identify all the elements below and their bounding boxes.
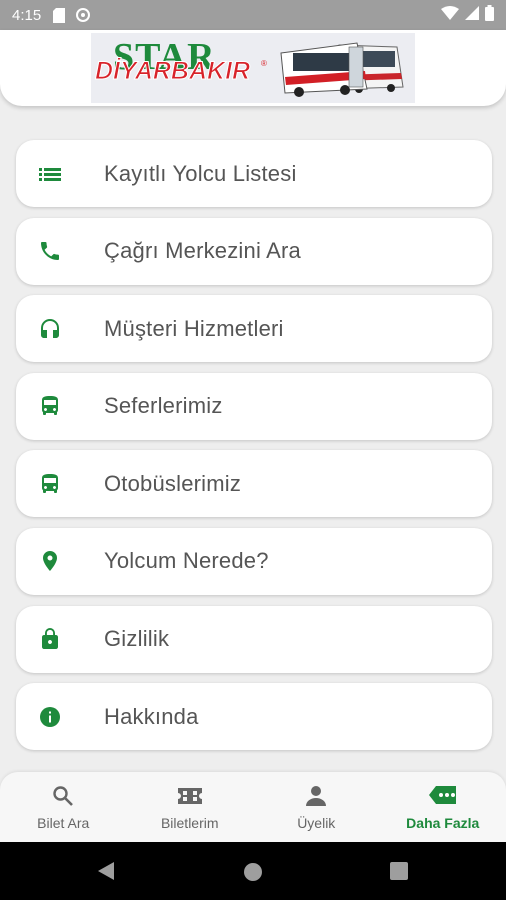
menu-item-where-is-passenger[interactable]: Yolcum Nerede? <box>16 527 492 595</box>
menu-item-saved-passengers[interactable]: Kayıtlı Yolcu Listesi <box>16 140 492 207</box>
status-time: 4:15 <box>12 6 42 24</box>
bottom-navigation: Bilet Ara Biletlerim Üyelik Daha Fazla <box>0 772 506 842</box>
nav-tab-label: Üyelik <box>297 815 336 831</box>
more-chat-icon <box>428 783 458 809</box>
recents-icon[interactable] <box>390 862 408 880</box>
status-bar: 4:15 <box>0 0 506 30</box>
nav-tab-label: Daha Fazla <box>406 815 480 831</box>
nav-tab-label: Bilet Ara <box>37 815 90 831</box>
wifi-icon <box>441 6 459 24</box>
person-icon <box>304 783 328 809</box>
bus-icon <box>37 471 63 497</box>
nav-tab-my-tickets[interactable]: Biletlerim <box>127 772 254 842</box>
menu-item-label: Çağrı Merkezini Ara <box>104 238 301 264</box>
menu-item-buses[interactable]: Otobüslerimiz <box>16 450 492 518</box>
battery-icon <box>485 5 494 25</box>
ticket-icon <box>177 783 203 809</box>
search-icon <box>51 783 75 809</box>
logo-city-text: DİYARBAKIR <box>94 57 251 86</box>
sd-card-icon <box>53 7 66 23</box>
system-navigation-bar <box>0 842 506 900</box>
home-icon[interactable] <box>243 862 263 882</box>
menu-item-label: Seferlerimiz <box>104 393 223 419</box>
back-icon[interactable] <box>97 861 115 881</box>
menu-item-label: Otobüslerimiz <box>104 470 242 496</box>
menu-item-customer-service[interactable]: Müşteri Hizmetleri <box>16 295 492 363</box>
menu-item-privacy[interactable]: Gizlilik <box>16 605 492 673</box>
lock-icon <box>37 626 63 652</box>
nav-tab-label: Biletlerim <box>160 815 219 831</box>
menu-item-label: Müşteri Hizmetleri <box>104 315 284 341</box>
location-pin-icon <box>37 548 63 574</box>
nav-tab-search-ticket[interactable]: Bilet Ara <box>0 772 127 842</box>
bus-illustration <box>280 42 404 97</box>
phone-icon <box>37 238 63 264</box>
nav-tab-more[interactable]: Daha Fazla <box>380 772 506 842</box>
logo-registered-mark: ® <box>261 59 267 68</box>
menu-item-about[interactable]: Hakkında <box>16 683 492 751</box>
menu-item-label: Kayıtlı Yolcu Listesi <box>104 160 297 186</box>
menu-item-call-center[interactable]: Çağrı Merkezini Ara <box>16 217 492 285</box>
menu-item-label: Hakkında <box>104 703 199 729</box>
menu-list: Kayıtlı Yolcu Listesi Çağrı Merkezini Ar… <box>16 140 492 761</box>
app-header: STAR DİYARBAKIR ® <box>0 30 506 106</box>
list-icon <box>37 161 63 187</box>
sync-icon <box>75 7 91 23</box>
brand-logo: STAR DİYARBAKIR ® <box>91 33 415 103</box>
bus-icon <box>37 393 63 419</box>
info-icon <box>37 704 63 730</box>
nav-tab-membership[interactable]: Üyelik <box>253 772 380 842</box>
headset-icon <box>37 316 63 342</box>
signal-icon <box>465 6 479 24</box>
menu-item-routes[interactable]: Seferlerimiz <box>16 372 492 440</box>
menu-item-label: Gizlilik <box>104 626 170 652</box>
menu-item-label: Yolcum Nerede? <box>104 548 269 574</box>
